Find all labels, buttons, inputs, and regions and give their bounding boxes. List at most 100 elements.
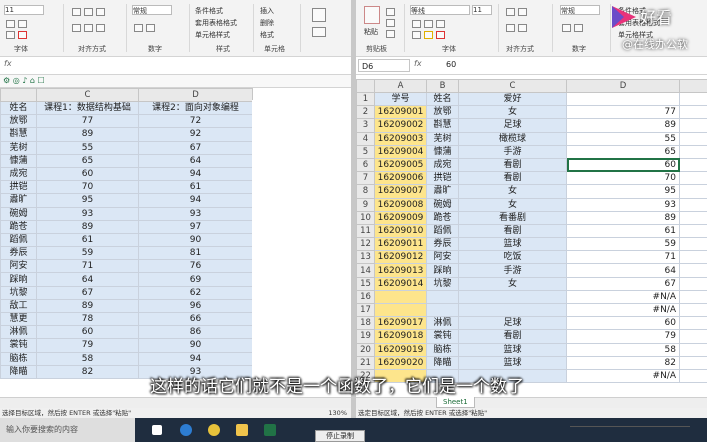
align-center-icon[interactable] — [84, 24, 93, 32]
search-icon[interactable] — [312, 27, 326, 37]
cell-course1[interactable]: 70 — [36, 180, 139, 195]
cell-hobby[interactable]: 足球 — [458, 316, 567, 331]
cell-hobby[interactable]: 女 — [458, 184, 567, 199]
cell-name[interactable]: 脑栋 — [426, 342, 459, 357]
row-header[interactable]: 7 — [356, 171, 375, 186]
header-hobby[interactable]: 爱好 — [458, 91, 567, 107]
cell-hobby[interactable]: 篮球 — [458, 355, 567, 370]
cell-student-id[interactable] — [374, 289, 427, 305]
align-left-icon[interactable] — [506, 24, 515, 32]
row-header[interactable]: 18 — [356, 316, 375, 331]
font-color-icon[interactable] — [18, 31, 27, 39]
cell-hobby[interactable]: 看剧 — [458, 171, 567, 186]
row-header[interactable]: 20 — [356, 342, 375, 357]
cell-course2[interactable]: 94 — [138, 193, 253, 208]
col-header-a[interactable]: A — [374, 79, 427, 93]
merge-icon[interactable] — [518, 24, 527, 32]
fx-icon[interactable]: fx — [414, 59, 422, 68]
cell-student-id[interactable]: 16209009 — [374, 210, 427, 225]
cell-student-id[interactable]: 16209010 — [374, 223, 427, 239]
table-format-button[interactable]: 套用表格格式 — [195, 18, 237, 28]
cell-course1[interactable]: 95 — [36, 193, 139, 208]
task-view-icon[interactable] — [152, 425, 162, 435]
cell-score[interactable]: 70 — [566, 171, 680, 186]
cell-name[interactable]: 淋佩 — [426, 316, 459, 331]
cell-student-id[interactable]: 16209008 — [374, 197, 427, 212]
row-header[interactable]: 3 — [356, 118, 375, 133]
cell-course2[interactable]: 61 — [138, 180, 253, 195]
cell-score[interactable]: 95 — [566, 184, 680, 199]
cell-score[interactable]: 58 — [566, 342, 680, 357]
cell-score[interactable]: 61 — [566, 223, 680, 239]
row-header[interactable]: 21 — [356, 355, 375, 370]
number-format-box[interactable]: 常规 — [132, 5, 172, 15]
cell-course1[interactable]: 55 — [36, 140, 139, 155]
cell-course2[interactable]: 76 — [138, 259, 253, 274]
cell-score[interactable]: 55 — [566, 131, 680, 146]
sum-icon[interactable] — [312, 8, 326, 22]
cell-course2[interactable]: 81 — [138, 246, 253, 261]
cell-name[interactable]: 踩晌 — [426, 263, 459, 278]
row-header[interactable]: 19 — [356, 329, 375, 344]
cell-course2[interactable]: 66 — [138, 311, 253, 327]
cell-course1[interactable]: 93 — [36, 206, 139, 221]
row-header[interactable]: 17 — [356, 302, 375, 318]
row-header[interactable]: 10 — [356, 210, 375, 225]
cell-score[interactable]: 71 — [566, 250, 680, 265]
cell-course1[interactable]: 79 — [36, 338, 139, 353]
cell-student-id[interactable]: 16209011 — [374, 237, 427, 252]
formula-input[interactable]: 60 — [446, 60, 456, 69]
comma-icon[interactable] — [574, 24, 583, 32]
cell-course2[interactable]: 97 — [138, 219, 253, 234]
cell-course2[interactable]: 86 — [138, 325, 253, 340]
cell-name[interactable]: 降瞄 — [0, 364, 37, 379]
insert-button[interactable]: 插入 — [260, 6, 274, 16]
cell-course2[interactable]: 90 — [138, 232, 253, 248]
chrome-icon[interactable] — [208, 424, 220, 436]
cell-name[interactable]: 拱铠 — [0, 180, 37, 195]
cell-name[interactable]: 敌工 — [0, 298, 37, 314]
italic-icon[interactable] — [18, 20, 27, 28]
cell-student-id[interactable] — [374, 302, 427, 318]
quick-tools-icon[interactable]: ⚙ ◎ ♪ ⌂ ☐ — [3, 76, 45, 85]
font-color-icon[interactable] — [436, 31, 445, 39]
conditional-format-button[interactable]: 条件格式 — [195, 6, 223, 16]
cell-hobby[interactable]: 手游 — [458, 263, 567, 278]
cell-name[interactable]: 斟慧 — [426, 118, 459, 133]
cell-course2[interactable]: 72 — [138, 114, 253, 129]
cell-name[interactable]: 放鄂 — [426, 105, 459, 120]
cell-name[interactable]: 阿安 — [426, 250, 459, 265]
cell-student-id[interactable]: 16209002 — [374, 118, 427, 133]
fill-color-icon[interactable] — [6, 31, 15, 39]
cell-student-id[interactable]: 16209007 — [374, 184, 427, 199]
col-header-b[interactable]: B — [426, 79, 459, 93]
cell-hobby[interactable]: 女 — [458, 105, 567, 120]
row-header[interactable]: 2 — [356, 105, 375, 120]
col-header-d[interactable]: D — [566, 79, 680, 93]
cell-name[interactable]: 拱铠 — [426, 171, 459, 186]
cell-score[interactable]: 89 — [566, 118, 680, 133]
cell-student-id[interactable]: 16209006 — [374, 171, 427, 186]
row-header[interactable]: 13 — [356, 250, 375, 265]
cell-course2[interactable]: 90 — [138, 338, 253, 353]
cell-score[interactable]: 82 — [566, 355, 680, 370]
cell-course2[interactable]: 93 — [138, 206, 253, 221]
format-button[interactable]: 格式 — [260, 30, 274, 40]
cell-course1[interactable]: 89 — [36, 219, 139, 234]
cell-name[interactable]: 坑黎 — [426, 276, 459, 291]
edge-icon[interactable] — [180, 424, 192, 436]
comma-icon[interactable] — [146, 24, 155, 32]
cell-student-id[interactable]: 16209003 — [374, 131, 427, 146]
cell-name[interactable]: 斟慧 — [0, 127, 37, 142]
header-name[interactable]: 姓名 — [0, 100, 37, 116]
row-header[interactable]: 8 — [356, 184, 375, 199]
cell-name[interactable]: 阿安 — [0, 259, 37, 274]
align-middle-icon[interactable] — [84, 8, 93, 16]
cell-name[interactable]: 蹈佩 — [0, 232, 37, 248]
border-icon[interactable] — [412, 31, 421, 39]
row-header[interactable]: 15 — [356, 276, 375, 291]
cell-hobby[interactable]: 看剧 — [458, 157, 567, 173]
cell-name[interactable]: 慧更 — [0, 311, 37, 327]
cell-hobby[interactable]: 女 — [458, 197, 567, 212]
row-header[interactable]: 1 — [356, 91, 375, 107]
